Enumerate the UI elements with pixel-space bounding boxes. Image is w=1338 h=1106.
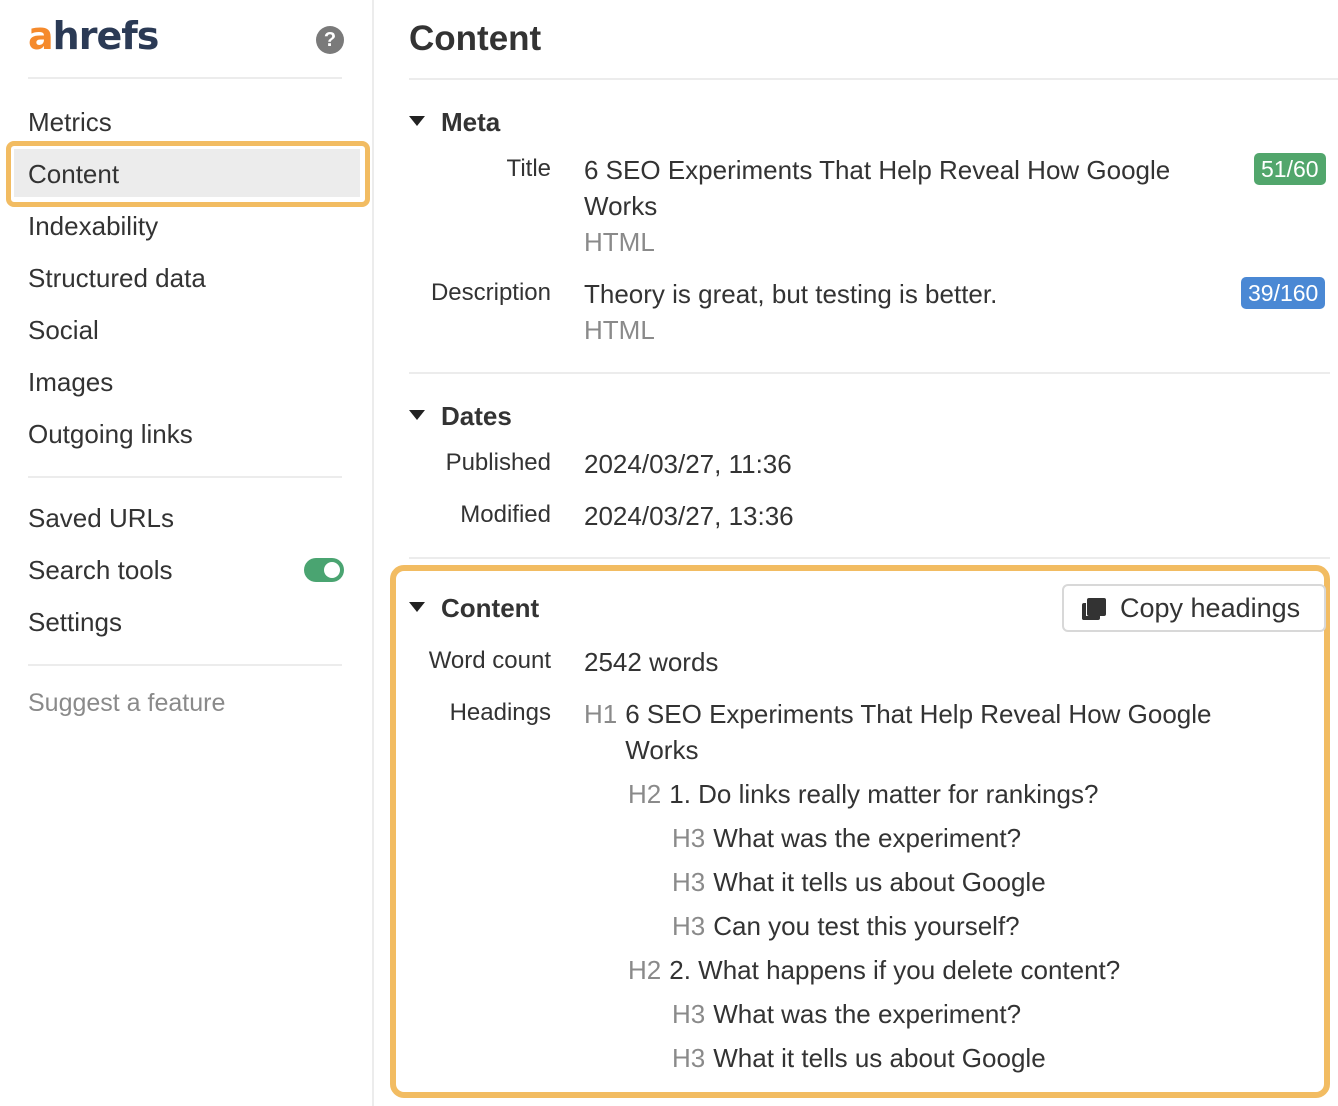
sidebar: ahrefs ? Metrics Content Indexability St…: [0, 0, 374, 1106]
page-title: Content: [409, 19, 542, 58]
title-divider: [409, 78, 1338, 80]
toggle-knob: [324, 562, 340, 578]
heading-item: H2 2. What happens if you delete content?: [628, 952, 1120, 988]
logo-text: hrefs: [52, 14, 160, 58]
heading-text: What was the experiment?: [713, 823, 1022, 853]
collapse-triangle-icon: [409, 602, 425, 613]
sidebar-item-outgoing-links[interactable]: Outgoing links: [28, 418, 193, 450]
sidebar-item-images[interactable]: Images: [28, 366, 113, 398]
heading-item: H3 What was the experiment?: [672, 996, 1021, 1032]
modified-label: Modified: [460, 501, 551, 528]
sidebar-item-metrics[interactable]: Metrics: [28, 106, 112, 138]
heading-item: H3 What it tells us about Google: [672, 864, 1046, 900]
title-text: 6 SEO Experiments That Help Reveal How G…: [584, 155, 1171, 221]
sidebar-divider: [28, 664, 342, 666]
description-text: Theory is great, but testing is better.: [584, 279, 998, 309]
copy-headings-button[interactable]: Copy headings: [1062, 584, 1326, 632]
word-count-value: 2542 words: [584, 647, 719, 677]
meta-section-toggle[interactable]: Meta: [409, 106, 500, 138]
heading-text: What it tells us about Google: [713, 1043, 1046, 1073]
copy-icon: [1082, 598, 1106, 620]
content-section-toggle[interactable]: Content: [409, 592, 539, 624]
heading-level-tag: H3: [672, 1043, 706, 1073]
title-value: 6 SEO Experiments That Help Reveal How G…: [584, 152, 1224, 260]
heading-text: 2. What happens if you delete content?: [669, 955, 1121, 985]
section-divider: [409, 372, 1330, 374]
sidebar-item-content[interactable]: Content: [28, 158, 119, 190]
section-divider: [409, 557, 1330, 559]
description-value: Theory is great, but testing is better. …: [584, 276, 1224, 348]
heading-level-tag: H3: [672, 911, 706, 941]
sidebar-item-structured-data[interactable]: Structured data: [28, 262, 206, 294]
suggest-feature-link[interactable]: Suggest a feature: [28, 688, 225, 718]
search-tools-toggle[interactable]: [304, 558, 344, 582]
sidebar-item-indexability[interactable]: Indexability: [28, 210, 158, 242]
description-source: HTML: [584, 315, 655, 345]
heading-level-tag: H2: [628, 779, 662, 809]
title-length-badge: 51/60: [1254, 153, 1326, 185]
copy-headings-label: Copy headings: [1120, 593, 1301, 623]
sidebar-item-search-tools[interactable]: Search tools: [28, 554, 173, 586]
content-heading: Content: [441, 593, 540, 623]
meta-heading: Meta: [441, 107, 501, 137]
heading-item: H3 What it tells us about Google: [672, 1040, 1046, 1076]
sidebar-item-saved-urls[interactable]: Saved URLs: [28, 502, 174, 534]
heading-item: H3 What was the experiment?: [672, 820, 1021, 856]
heading-item: H1 6 SEO Experiments That Help Reveal How…: [584, 696, 1274, 768]
description-label: Description: [430, 279, 551, 306]
heading-level-tag: H3: [672, 823, 706, 853]
heading-text: Can you test this yourself?: [713, 911, 1020, 941]
heading-text: What it tells us about Google: [713, 867, 1046, 897]
ahrefs-logo[interactable]: ahrefs: [28, 14, 160, 58]
heading-text: 6 SEO Experiments That Help Reveal How G…: [625, 699, 1212, 765]
heading-level-tag: H1: [584, 699, 618, 729]
dates-section-toggle[interactable]: Dates: [409, 400, 512, 432]
logo-accent: a: [28, 14, 54, 58]
heading-item: H2 1. Do links really matter for rankings…: [628, 776, 1098, 812]
published-value: 2024/03/27, 11:36: [584, 449, 792, 479]
word-count-label: Word count: [428, 647, 551, 674]
collapse-triangle-icon: [409, 116, 425, 127]
dates-heading: Dates: [441, 401, 512, 431]
heading-text: What was the experiment?: [713, 999, 1022, 1029]
sidebar-divider: [28, 476, 342, 478]
title-label: Title: [506, 155, 551, 182]
sidebar-divider: [28, 77, 342, 79]
published-label: Published: [445, 449, 551, 476]
heading-level-tag: H3: [672, 999, 706, 1029]
heading-item: H3 Can you test this yourself?: [672, 908, 1020, 944]
title-source: HTML: [584, 227, 655, 257]
sidebar-item-social[interactable]: Social: [28, 314, 99, 346]
heading-level-tag: H3: [672, 867, 706, 897]
modified-value: 2024/03/27, 13:36: [584, 501, 794, 531]
description-length-badge: 39/160: [1241, 277, 1326, 309]
collapse-triangle-icon: [409, 410, 425, 421]
heading-level-tag: H2: [628, 955, 662, 985]
headings-label: Headings: [449, 699, 551, 726]
heading-text: 1. Do links really matter for rankings?: [669, 779, 1099, 809]
help-icon[interactable]: ?: [316, 26, 344, 54]
sidebar-item-settings[interactable]: Settings: [28, 606, 122, 638]
